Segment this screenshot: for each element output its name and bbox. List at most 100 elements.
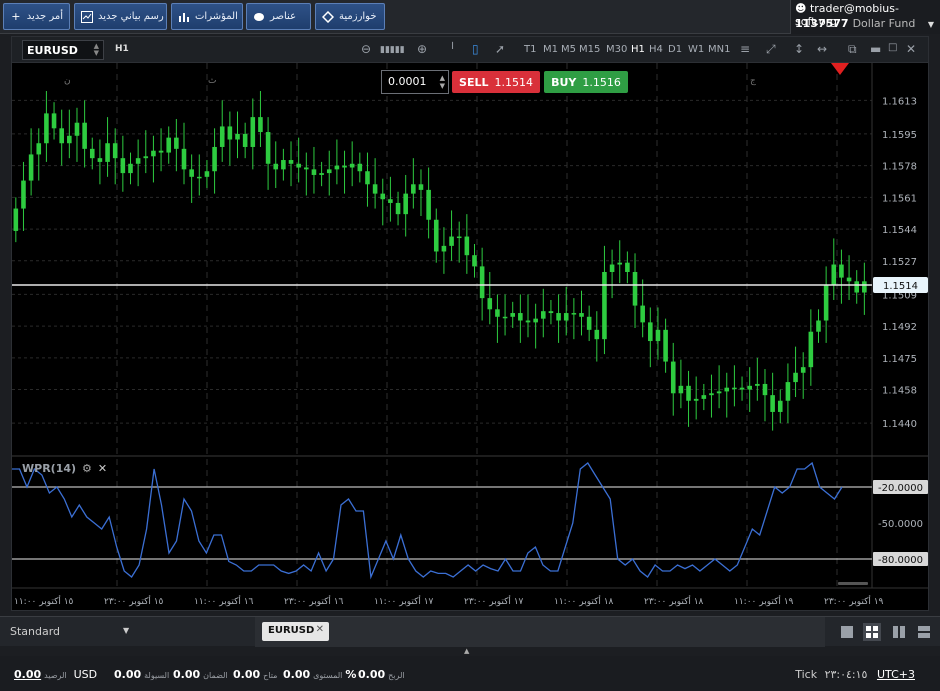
candle-body <box>28 154 34 181</box>
y-tick-label: 1.1578 <box>882 162 917 173</box>
account-dropdown-icon[interactable]: ▼ <box>928 20 934 29</box>
profit-value: 0.00 <box>358 668 386 681</box>
timeframe-h4[interactable]: H4 <box>649 44 663 55</box>
timeframe-m1[interactable]: M1 <box>543 44 558 55</box>
layout-rows-icon[interactable] <box>915 623 933 641</box>
candle-body <box>105 143 110 162</box>
candle-body <box>59 128 64 144</box>
account-id: 1137577 <box>795 17 849 30</box>
maximize-icon[interactable]: □ <box>888 42 897 53</box>
candle-body <box>548 311 554 314</box>
indicators-button[interactable]: المؤشرات <box>171 3 243 30</box>
timeframe-h1[interactable]: H1 <box>631 44 645 55</box>
elements-button[interactable]: عناصر <box>246 3 311 30</box>
candle-body <box>609 264 615 272</box>
zoom-slider[interactable]: ▮▮▮▮▮ <box>380 45 405 55</box>
candle-body <box>648 322 653 342</box>
candle-body <box>533 318 538 323</box>
candle-body <box>380 193 386 200</box>
vertical-scale-icon[interactable]: ↕ <box>794 42 804 56</box>
symbol-selector[interactable]: EURUSD ▲ ▼ <box>22 40 104 60</box>
quantity-value: 0.0001 <box>388 75 427 88</box>
scrollbar[interactable] <box>838 582 868 585</box>
expand-icon[interactable]: ⤢ <box>766 42 776 57</box>
wpr-tick-label: -80.0000 <box>878 555 923 566</box>
zoom-out-icon[interactable]: ⊖ <box>361 42 371 56</box>
status-bar: 0.00 الرصيد USD 0.00 السيولة 0.00 الضمان… <box>0 656 940 691</box>
x-tick-label: ١٩ أكتوبر ١١:٠٠ <box>734 595 794 607</box>
timeframe-m15[interactable]: M15 <box>579 44 600 55</box>
element-icon <box>253 11 265 23</box>
minimize-icon[interactable]: ▬ <box>870 42 881 56</box>
settings-gear-icon[interactable]: ⚙ <box>82 462 92 475</box>
line-type-icon[interactable]: ➚ <box>495 42 505 56</box>
panel-expand-icon[interactable]: ▲ <box>464 647 469 655</box>
free-margin-label: متاح <box>263 671 278 680</box>
candle-body <box>219 126 225 147</box>
user-icon: ☻ <box>795 2 807 15</box>
chart-tab[interactable]: EURUSD ✕ <box>262 622 329 641</box>
timezone-selector[interactable]: UTC+3 <box>877 668 915 681</box>
price-alert-marker[interactable] <box>831 63 849 75</box>
remove-indicator-icon[interactable]: ✕ <box>98 462 107 475</box>
candle-body <box>319 173 324 175</box>
timeframe-m5[interactable]: M5 <box>561 44 576 55</box>
candlestick-type-icon[interactable]: ▯ <box>472 42 479 56</box>
quantity-spinner-icon[interactable]: ▲ ▼ <box>440 74 445 90</box>
timeframe-m30[interactable]: M30 <box>606 44 627 55</box>
candle-body <box>502 316 508 319</box>
chart-window: EURUSD ▲ ▼ H1 ⊖ ▮▮▮▮▮ ⊕ ╵ ▯ ➚ T1 M1 M5 M15 M3… <box>11 36 929 611</box>
new-chart-button[interactable]: رسم بياني جديد <box>74 3 167 30</box>
sell-button[interactable]: SELL 1.1514 <box>452 71 540 93</box>
x-tick-label: ١٩ أكتوبر ٢٣:٠٠ <box>824 595 884 607</box>
candle-body <box>181 148 187 170</box>
candle-body <box>112 143 118 159</box>
candle-body <box>625 262 630 272</box>
margin-label: الضمان <box>203 671 228 680</box>
menu-icon[interactable]: ≡ <box>740 42 750 56</box>
candle-body <box>388 199 393 203</box>
new-order-button[interactable]: + أمر جديد <box>3 3 70 30</box>
candle-body <box>831 264 837 286</box>
zoom-in-icon[interactable]: ⊕ <box>417 42 427 56</box>
layout-single-icon[interactable] <box>838 623 856 641</box>
layout-grid-icon[interactable] <box>863 623 881 641</box>
plus-icon: + <box>11 10 21 23</box>
new-order-label: أمر جديد <box>26 11 63 22</box>
layout-columns-icon[interactable] <box>890 623 908 641</box>
detach-icon[interactable]: ⧉ <box>848 42 857 57</box>
candle-body <box>602 271 607 340</box>
price-chart[interactable]: 1.1613 1.1595 1.1578 1.1561 1.1544 1.1527 1.15… <box>12 63 928 611</box>
level-value: 0.00 <box>283 668 311 681</box>
account-panel[interactable]: ☻ trader@mobius-soft.org 1137577 Dollar F… <box>790 0 940 34</box>
candle-body <box>365 171 370 185</box>
horizontal-scale-icon[interactable]: ↔ <box>817 42 827 56</box>
timeframe-t1[interactable]: T1 <box>524 44 536 55</box>
x-tick-label: ١٥ أكتوبر ١١:٠٠ <box>14 595 74 607</box>
candle-body <box>854 281 860 293</box>
close-icon[interactable]: ✕ <box>906 42 916 56</box>
quantity-input[interactable]: 0.0001 ▲ ▼ <box>381 70 449 94</box>
chart-tab-label: EURUSD <box>268 625 315 636</box>
candle-body <box>265 132 271 164</box>
buy-button[interactable]: BUY 1.1516 <box>544 71 628 93</box>
timeframe-mn1[interactable]: MN1 <box>708 44 730 55</box>
tab-close-icon[interactable]: ✕ <box>316 624 324 635</box>
diamond-icon <box>322 10 334 23</box>
candle-body <box>89 148 95 159</box>
y-tick-label: 1.1561 <box>882 193 917 204</box>
profile-dropdown-icon[interactable]: ▼ <box>123 626 129 635</box>
candle-body <box>212 146 217 172</box>
candle-body <box>120 158 126 174</box>
bar-chart-icon <box>178 11 190 23</box>
algorithms-button[interactable]: خوارزمية <box>315 3 385 30</box>
candle-body <box>235 133 240 140</box>
candle-body <box>571 313 577 315</box>
candle-body <box>418 184 424 190</box>
candle-body <box>326 169 332 174</box>
timeframe-w1[interactable]: W1 <box>688 44 704 55</box>
timeframe-d1[interactable]: D1 <box>668 44 682 55</box>
day-label: ج <box>750 76 756 86</box>
profile-selector[interactable]: Standard <box>10 625 60 638</box>
bar-type-icon[interactable]: ╵ <box>449 42 456 56</box>
